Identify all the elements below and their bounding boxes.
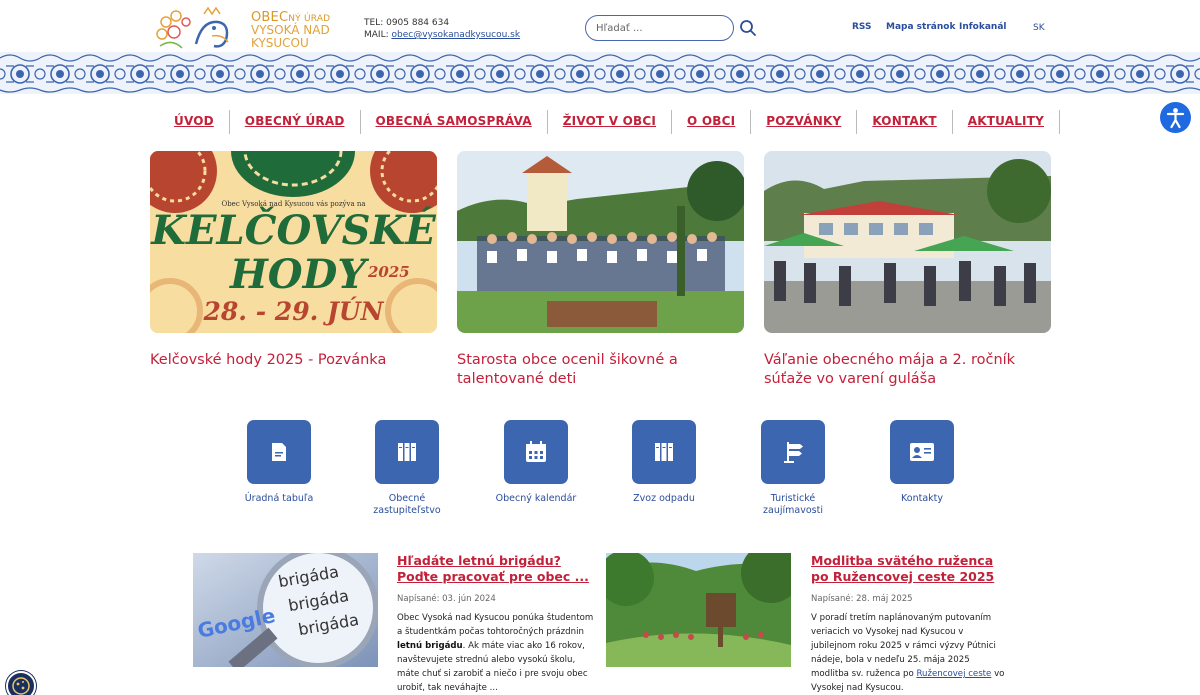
nav-pozvanky[interactable]: POZVÁNKY [751, 110, 858, 134]
article-title-2[interactable]: Modlitba svätého ruženca po Ružencovej c… [811, 553, 1011, 585]
photo-market-icon [764, 151, 1051, 333]
phone-number: TEL: 0905 884 634 [364, 18, 450, 28]
nav-obecny-urad[interactable]: OBECNÝ ÚRAD [230, 110, 361, 134]
article-image-brigada[interactable]: brigáda brigáda brigáda Google [193, 553, 378, 667]
logo-emblem-icon [156, 6, 229, 49]
quicklink-obecne-zastupitelstvo[interactable]: Obecné zastupiteľstvo [357, 420, 457, 517]
quicklink-obecny-kalendar[interactable]: Obecný kalendár [486, 420, 586, 505]
sitemap-link[interactable]: Mapa stránok [886, 22, 955, 32]
binders-icon [655, 443, 673, 461]
news-title-2[interactable]: Starosta obce ocenil šikovné a talentova… [457, 351, 747, 389]
quicklink-label: Úradná tabuľa [244, 493, 314, 504]
article-date-1: Napísané: 03. jún 2024 [397, 594, 496, 604]
main-nav: ÚVOD OBECNÝ ÚRAD OBECNÁ SAMOSPRÁVA ŽIVOT… [159, 110, 1061, 134]
nav-obecna-samosprava[interactable]: OBECNÁ SAMOSPRÁVA [361, 110, 548, 134]
article-date-2: Napísané: 28. máj 2025 [811, 594, 913, 604]
contact-info: TEL: 0905 884 634 MAIL: obec@vysokanadky… [364, 17, 520, 41]
nav-o-obci[interactable]: O OBCI [672, 110, 752, 134]
quicklink-label: Obecný kalendár [495, 493, 577, 504]
accessibility-icon [1166, 108, 1185, 129]
article-image-ruzencova-cesta[interactable] [606, 553, 791, 667]
contact-card-icon [910, 443, 934, 461]
cookie-settings-button[interactable] [6, 671, 36, 695]
poster-title-1: KELČOVSKÉ [151, 207, 436, 254]
article-excerpt-1: Obec Vysoká nad Kysucou ponúka študentom… [397, 613, 594, 693]
quicklink-label: Kontakty [901, 493, 943, 504]
search-icon[interactable] [739, 19, 757, 37]
nav-uvod[interactable]: ÚVOD [159, 110, 230, 134]
folk-ornament-band [0, 52, 1200, 94]
quicklink-button[interactable] [375, 420, 439, 484]
mail-link[interactable]: obec@vysokanadkysucou.sk [391, 30, 520, 40]
mail-line: MAIL: obec@vysokanadkysucou.sk [364, 29, 520, 41]
mail-label: MAIL: [364, 30, 392, 40]
quicklink-label: Zvoz odpadu [633, 493, 695, 504]
news-image-kelcovske-hody[interactable]: Obec Vysoká nad Kysucou vás pozýva na KE… [150, 151, 437, 333]
poster-date: 28. - 29. JÚN [203, 297, 384, 326]
photo-pilgrims-icon [606, 553, 791, 667]
poster-year: 2025 [368, 263, 410, 281]
calendar-icon [526, 441, 546, 462]
nav-aktuality[interactable]: AKTUALITY [953, 110, 1061, 134]
news-image-deti[interactable] [457, 151, 744, 333]
signpost-icon [784, 442, 803, 463]
accessibility-button[interactable] [1160, 102, 1191, 133]
article-title-1[interactable]: Hľadáte letnú brigádu? Poďte pracovať pr… [397, 553, 597, 585]
quicklink-button[interactable] [247, 420, 311, 484]
quicklink-kontakty[interactable]: Kontakty [872, 420, 972, 505]
poster-title-2: HODY [230, 251, 366, 298]
quicklink-button[interactable] [890, 420, 954, 484]
rss-link[interactable]: RSS [852, 22, 872, 32]
quicklink-button[interactable] [632, 420, 696, 484]
news-title-3[interactable]: Váľanie obecného mája a 2. ročník súťaže… [764, 351, 1054, 389]
quicklink-uradna-tabula[interactable]: Úradná tabuľa [229, 420, 329, 505]
news-title-1[interactable]: Kelčovské hody 2025 - Pozvánka [150, 351, 440, 370]
binders-icon [398, 443, 416, 461]
quicklink-label: Obecné zastupiteľstvo [373, 493, 441, 516]
cookie-icon [12, 677, 30, 695]
news-image-valanie-maja[interactable] [764, 151, 1051, 333]
nav-zivot-v-obci[interactable]: ŽIVOT V OBCI [548, 110, 673, 134]
quicklink-zvoz-odpadu[interactable]: Zvoz odpadu [614, 420, 714, 505]
quicklink-button[interactable] [761, 420, 825, 484]
quicklink-button[interactable] [504, 420, 568, 484]
article-excerpt-2: V poradí tretím naplánovaným putovaním v… [811, 613, 1005, 693]
document-icon [272, 443, 286, 461]
quicklink-label: Turistické zaujímavosti [763, 493, 823, 516]
nav-kontakt[interactable]: KONTAKT [857, 110, 953, 134]
logo-line-3: KYSUCOU [251, 36, 309, 50]
language-switch[interactable]: SK [1033, 23, 1045, 33]
site-logo[interactable]: OBECNÝ ÚRAD VYSOKÁ NAD KYSUCOU [152, 6, 330, 54]
quicklink-turisticke-zaujimavosti[interactable]: Turistické zaujímavosti [743, 420, 843, 517]
site-header: OBECNÝ ÚRAD VYSOKÁ NAD KYSUCOU TEL: 0905… [0, 0, 1200, 52]
ruzencova-cesta-link[interactable]: Ružencovej ceste [916, 669, 991, 679]
logo-line-2: VYSOKÁ NAD [251, 23, 330, 37]
infokanal-link[interactable]: Infokanál [959, 22, 1006, 32]
photo-children-icon [457, 151, 744, 333]
search-input[interactable] [585, 15, 734, 41]
